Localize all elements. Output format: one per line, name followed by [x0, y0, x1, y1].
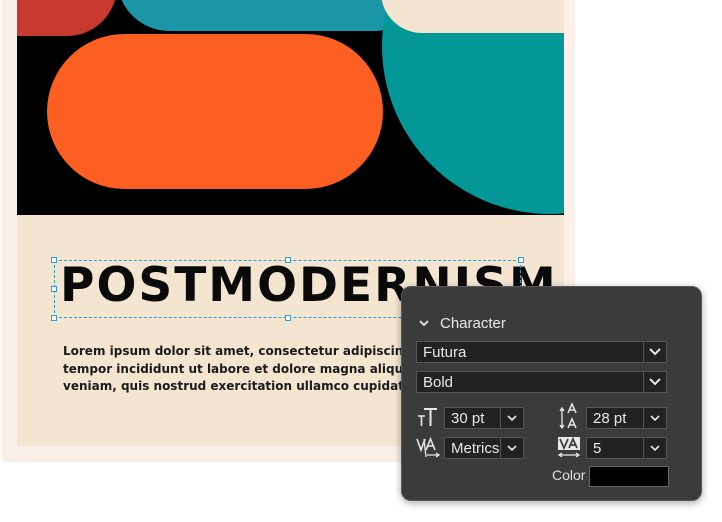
selection-handle-bottom-middle[interactable] [285, 315, 291, 321]
leading-icon [557, 402, 583, 430]
chevron-down-icon[interactable] [500, 438, 523, 458]
poster-artwork [17, 0, 564, 215]
selection-handle-top-right[interactable] [518, 257, 524, 263]
font-family-dropdown[interactable]: Futura [416, 341, 667, 363]
character-panel: Character Futura Bold 30 pt 28 pt Metric… [401, 286, 702, 501]
font-size-icon [415, 405, 441, 431]
selection-handle-middle-left[interactable] [51, 286, 57, 292]
orange-pill-shape [47, 34, 383, 189]
leading-dropdown[interactable]: 28 pt [586, 407, 667, 429]
selection-handle-top-middle[interactable] [285, 257, 291, 263]
kerning-icon [415, 435, 441, 461]
text-color-swatch[interactable] [589, 466, 669, 487]
font-size-value: 30 pt [451, 410, 485, 427]
font-style-value: Bold [423, 374, 454, 391]
tracking-dropdown[interactable]: 5 [586, 437, 667, 459]
font-family-value: Futura [423, 344, 467, 361]
kerning-dropdown[interactable]: Metrics [444, 437, 524, 459]
tracking-value: 5 [593, 440, 602, 457]
cream-shape [381, 0, 564, 33]
tracking-icon [557, 435, 583, 461]
kerning-value: Metrics [451, 440, 500, 457]
chevron-down-icon[interactable] [643, 372, 666, 392]
chevron-down-icon[interactable] [643, 408, 666, 428]
red-shape [17, 0, 117, 36]
chevron-down-icon[interactable] [416, 315, 432, 331]
color-label: Color [552, 467, 586, 483]
chevron-down-icon[interactable] [643, 438, 666, 458]
selection-handle-bottom-left[interactable] [51, 315, 57, 321]
font-style-dropdown[interactable]: Bold [416, 371, 667, 393]
character-panel-header[interactable]: Character [416, 313, 506, 333]
light-teal-shape [117, 0, 427, 31]
panel-title: Character [440, 314, 506, 332]
chevron-down-icon[interactable] [500, 408, 523, 428]
font-size-dropdown[interactable]: 30 pt [444, 407, 524, 429]
selection-handle-top-left[interactable] [51, 257, 57, 263]
chevron-down-icon[interactable] [643, 342, 666, 362]
leading-value: 28 pt [593, 410, 627, 427]
